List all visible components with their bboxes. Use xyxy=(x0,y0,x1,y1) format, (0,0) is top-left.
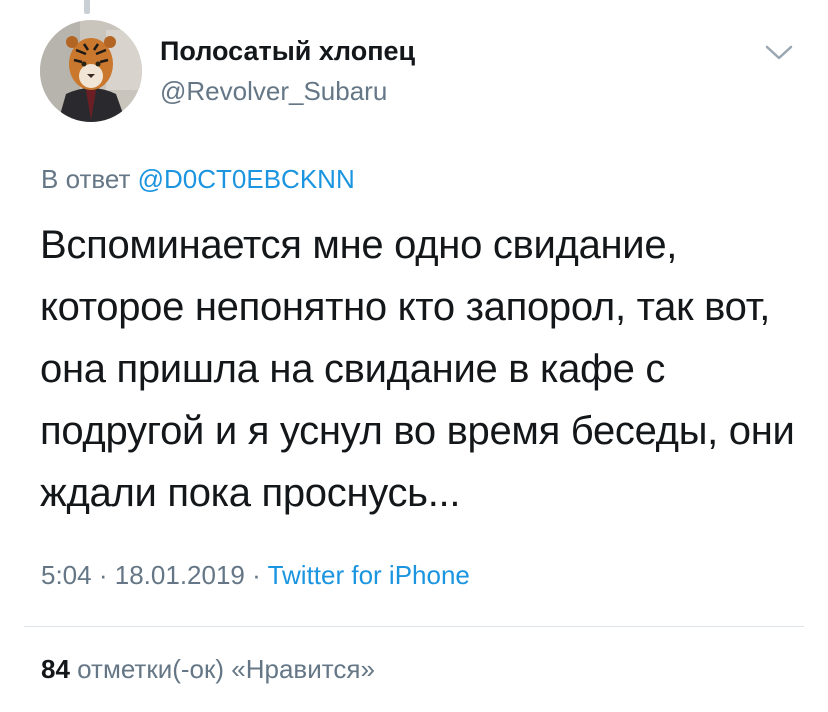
author-display-name[interactable]: Полосатый хлопец xyxy=(160,36,415,67)
likes-label: отметки(-ок) «Нравится» xyxy=(77,654,375,684)
tweet-menu-button[interactable] xyxy=(764,40,794,64)
thread-connector-line xyxy=(84,0,90,14)
meta-separator: · xyxy=(98,560,108,590)
reply-prefix: В ответ xyxy=(41,164,131,194)
meta-separator: · xyxy=(252,560,261,590)
chevron-down-icon xyxy=(765,45,793,60)
tweet-date[interactable]: 18.01.2019 xyxy=(115,560,245,590)
tweet-source-link[interactable]: Twitter for iPhone xyxy=(268,560,470,590)
tweet-metadata: 5:04 · 18.01.2019 · Twitter for iPhone xyxy=(41,560,470,591)
likes-count: 84 xyxy=(41,654,70,684)
tweet-time[interactable]: 5:04 xyxy=(41,560,92,590)
author-handle[interactable]: @Revolver_Subaru xyxy=(160,76,387,107)
reply-to-link[interactable]: @D0CT0EBCKNN xyxy=(138,164,355,194)
avatar[interactable] xyxy=(40,20,142,122)
tiger-avatar-icon xyxy=(40,20,142,122)
reply-context: В ответ @D0CT0EBCKNN xyxy=(41,164,355,195)
likes-stat[interactable]: 84 отметки(-ок) «Нравится» xyxy=(41,654,375,685)
tweet-text: Вспоминается мне одно свидание, которое … xyxy=(40,223,795,515)
divider xyxy=(24,626,804,627)
